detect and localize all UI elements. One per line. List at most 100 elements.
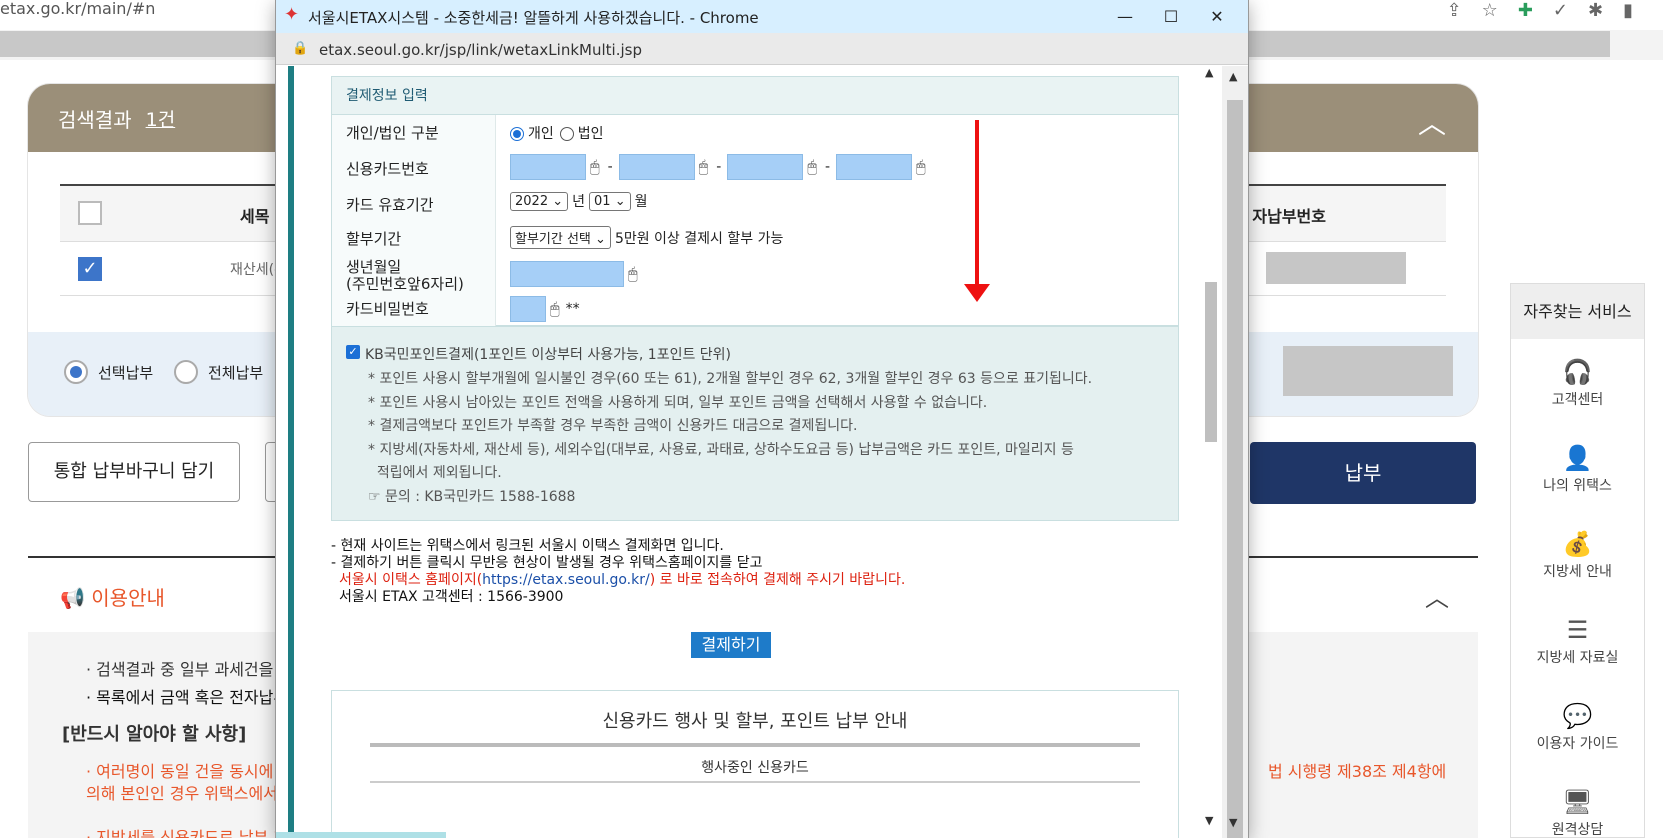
label-all-pay: 전체납부 <box>208 364 264 382</box>
extension-icon[interactable]: ✚ <box>1518 0 1533 21</box>
kb-point-checkbox[interactable]: ✓ <box>346 345 360 359</box>
card-number-input-3[interactable] <box>727 154 804 180</box>
close-icon[interactable]: ✕ <box>1194 2 1240 31</box>
mouse-icon[interactable]: 🖱 <box>916 157 926 177</box>
card-number-input-2[interactable] <box>618 154 695 180</box>
notice-line: - 결제하기 버튼 클릭시 무반응 현상이 발생될 경우 위택스홈페이지를 닫고 <box>331 555 763 571</box>
mouse-icon[interactable]: 🖱 <box>628 264 638 284</box>
divider <box>370 781 1140 783</box>
mouse-icon[interactable]: 🖱 <box>550 299 560 319</box>
side-item-customer-center[interactable]: 🎧 고객센터 <box>1511 339 1644 425</box>
quick-service-panel: 자주찾는 서비스 🎧 고객센터 👤 나의 위택스 💰 지방세 안내 ☰ 지방세 자료실 … <box>1510 283 1645 838</box>
result-count[interactable]: 1건 <box>146 105 176 132</box>
minimize-icon[interactable]: — <box>1102 2 1148 31</box>
side-item-user-guide[interactable]: 💬 이용자 가이드 <box>1511 683 1644 769</box>
chevron-up-icon[interactable]: ︿ <box>1418 102 1446 142</box>
mouse-icon[interactable]: 🖱 <box>699 157 709 177</box>
pin-input[interactable] <box>510 296 546 322</box>
popup-address-bar: 🔒 etax.seoul.go.kr/jsp/link/wetaxLinkMul… <box>276 33 1248 65</box>
guide-line: · 검색결과 중 일부 과세건을 납 <box>86 660 294 679</box>
expiry-year-select[interactable]: 2022 ⌄ <box>510 191 569 211</box>
scroll-up-icon[interactable]: ▲ <box>1205 66 1213 79</box>
side-item-label: 지방세 안내 <box>1543 564 1612 580</box>
add-to-basket-button[interactable]: 통합 납부바구니 담기 <box>28 442 240 502</box>
mouse-icon[interactable]: 🖱 <box>590 157 600 177</box>
label-selected-pay: 선택납부 <box>98 364 154 382</box>
pay-button[interactable]: 납부 <box>1250 442 1476 504</box>
outer-scrollbar[interactable]: ▲ ▼ <box>1222 66 1248 838</box>
inner-scrollbar[interactable]: ▲ ▼ <box>1200 66 1222 838</box>
share-icon[interactable]: ⇪ <box>1447 0 1462 21</box>
guide-title: 📢 이용안내 <box>60 582 165 611</box>
label-birth: 생년월일 <box>346 258 402 276</box>
col-number-header: 자납부번호 <box>1252 207 1326 226</box>
kb-point-title: KB국민포인트결제(1포인트 이상부터 사용가능, 1포인트 단위) <box>365 347 732 363</box>
inner-scroll-thumb[interactable] <box>1205 282 1217 442</box>
money-bag-icon: 💰 <box>1562 530 1593 558</box>
radio-corp-label: 법인 <box>577 126 604 142</box>
event-subtitle: 행사중인 신용카드 <box>701 760 809 776</box>
payment-form: 결제정보 입력 개인/법인 구분 개인 법인 신용카드번호 🖱 - 🖱 - 🖱 - 🖱… <box>331 76 1179 327</box>
person-icon: 👤 <box>1562 444 1593 472</box>
puzzle-icon[interactable]: ✱ <box>1588 0 1603 21</box>
outer-scroll-thumb[interactable] <box>1227 100 1243 838</box>
install-select-value: 할부기간 선택 <box>515 232 591 247</box>
maximize-icon[interactable]: ☐ <box>1148 2 1194 31</box>
side-item-remote[interactable]: 🖥 원격상담 <box>1511 769 1644 838</box>
kb-note: * 포인트 사용시 할부개월에 일시불인 경우(60 또는 61), 2개월 할… <box>368 371 1093 387</box>
expiry-month-select[interactable]: 01 ⌄ <box>589 191 631 211</box>
radio-corp[interactable] <box>559 127 574 141</box>
guide-title-text: 이용안내 <box>91 586 165 610</box>
form-title: 결제정보 입력 <box>332 77 1178 115</box>
radio-all-pay[interactable] <box>174 360 198 384</box>
expiry-group: 2022 ⌄ 년 01 ⌄ 월 <box>510 191 647 211</box>
row-checkbox[interactable]: ✓ <box>78 257 102 281</box>
radio-personal[interactable] <box>510 127 524 141</box>
card-number-input-4[interactable] <box>836 154 913 180</box>
chevron-up-icon[interactable]: ︿ <box>1425 578 1449 613</box>
label-install: 할부기간 <box>346 230 402 248</box>
scroll-down-icon[interactable]: ▼ <box>1229 816 1237 829</box>
notice-line: 서울시 ETAX 고객센터 : 1566-3900 <box>339 589 564 605</box>
year-unit: 년 <box>572 194 586 210</box>
select-all-checkbox[interactable] <box>78 201 102 225</box>
popup-title: 서울시ETAX시스템 - 소중한세금! 알뜰하게 사용하겠습니다. - Chro… <box>308 9 759 27</box>
check-icon[interactable]: ✓ <box>1553 0 1568 21</box>
popup-titlebar: ✦ 서울시ETAX시스템 - 소중한세금! 알뜰하게 사용하겠습니다. - Ch… <box>276 0 1248 33</box>
red-arrow-head-icon <box>964 284 990 302</box>
radio-personal-label: 개인 <box>528 126 554 142</box>
scroll-down-icon[interactable]: ▼ <box>1205 814 1213 827</box>
radio-selected-pay[interactable] <box>64 360 88 384</box>
side-item-tax-library[interactable]: ☰ 지방세 자료실 <box>1511 597 1644 683</box>
label-pin: 카드비밀번호 <box>346 300 429 318</box>
star-icon[interactable]: ☆ <box>1482 0 1498 21</box>
birth-group: 🖱 <box>510 261 644 287</box>
kb-point-box: ✓ KB국민포인트결제(1포인트 이상부터 사용가능, 1포인트 단위) * 포… <box>331 326 1179 521</box>
monitor-icon: 🖥 <box>1562 788 1593 816</box>
scroll-up-icon[interactable]: ▲ <box>1229 70 1237 83</box>
sidebar-icon[interactable]: ▮ <box>1623 0 1633 21</box>
install-group: 할부기간 선택 ⌄ 5만원 이상 결제시 할부 가능 <box>510 226 783 249</box>
card-number-input-1[interactable] <box>510 154 586 180</box>
notice-red-c: ) 로 바로 접속하여 결제해 주시기 바랍니다. <box>649 572 906 588</box>
address-bar-url[interactable]: etax.go.kr/main/#n <box>0 0 155 18</box>
popup-url[interactable]: etax.seoul.go.kr/jsp/link/wetaxLinkMulti… <box>319 41 642 59</box>
col-tax-header: 세목 <box>240 207 270 226</box>
side-item-tax-info[interactable]: 💰 지방세 안내 <box>1511 511 1644 597</box>
list-icon: ☰ <box>1566 616 1589 644</box>
birth-input[interactable] <box>510 261 624 287</box>
kb-note: * 지방세(자동차세, 재산세 등), 세외수입(대부료, 사용료, 과태료, … <box>368 442 1074 458</box>
notice-block: - 현재 사이트는 위택스에서 링크된 서울시 이택스 결제화면 입니다. - … <box>331 538 905 606</box>
kb-note: * 결제금액보다 포인트가 부족할 경우 부족한 금액이 신용카드 대금으로 결… <box>368 418 858 434</box>
etax-homepage-link[interactable]: https://etax.seoul.go.kr/ <box>482 572 650 588</box>
install-select[interactable]: 할부기간 선택 ⌄ <box>510 226 611 249</box>
card-number-group: 🖱 - 🖱 - 🖱 - 🖱 <box>510 154 932 180</box>
month-unit: 월 <box>634 194 648 210</box>
quick-service-title: 자주찾는 서비스 <box>1511 284 1644 339</box>
lock-icon: 🔒 <box>292 41 309 56</box>
submit-payment-button[interactable]: 결제하기 <box>691 632 771 658</box>
mouse-icon[interactable]: 🖱 <box>807 157 817 177</box>
side-item-my-wetax[interactable]: 👤 나의 위택스 <box>1511 425 1644 511</box>
label-expiry: 카드 유효기간 <box>346 196 434 214</box>
notice-line: - 현재 사이트는 위택스에서 링크된 서울시 이택스 결제화면 입니다. <box>331 538 724 554</box>
